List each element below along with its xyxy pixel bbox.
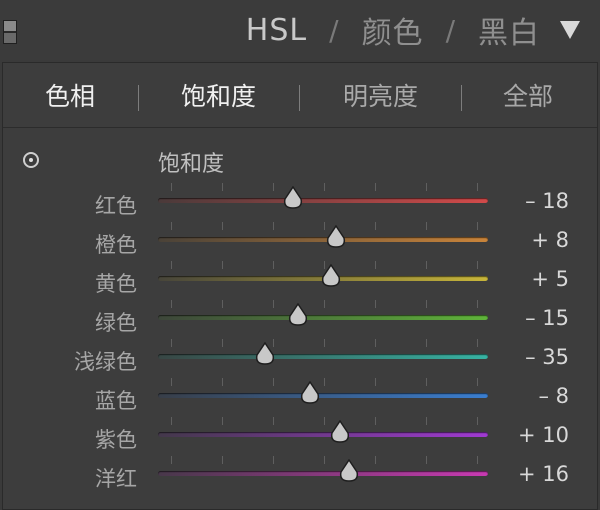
slider-row: 黄色 + 5 <box>3 261 597 303</box>
slider-thumb[interactable] <box>325 224 347 249</box>
slider-value[interactable]: – 18 <box>525 189 569 213</box>
tab-divider <box>299 85 300 111</box>
slider-ticks <box>171 417 478 427</box>
slider-track[interactable] <box>158 341 488 365</box>
slider-track[interactable] <box>158 419 488 443</box>
slider-ticks <box>171 378 478 388</box>
slider-row: 绿色 – 15 <box>3 300 597 342</box>
slider-track[interactable] <box>158 224 488 248</box>
slider-label: 黄色 <box>95 272 137 296</box>
slider-thumb[interactable] <box>320 263 342 288</box>
slider-ticks <box>171 183 478 193</box>
tab-divider <box>461 85 462 111</box>
slider-track[interactable] <box>158 263 488 287</box>
mode-separator: / <box>329 13 340 47</box>
mode-bar: HSL / 颜色 / 黑白 <box>246 8 580 52</box>
hsl-panel: 色相 饱和度 明亮度 全部 饱和度 红色 – 18 橙色 + 8 黄色 + 5 绿色 – 15… <box>2 62 598 510</box>
tab-saturation[interactable]: 饱和度 <box>181 77 256 113</box>
slider-thumb[interactable] <box>254 341 276 366</box>
slider-label: 浅绿色 <box>74 350 137 374</box>
slider-row: 紫色 + 10 <box>3 417 597 459</box>
slider-row: 浅绿色 – 35 <box>3 339 597 381</box>
slider-row: 洋红 + 16 <box>3 456 597 498</box>
mode-color[interactable]: 颜色 <box>362 8 424 52</box>
mode-bw[interactable]: 黑白 <box>478 8 540 52</box>
section-title: 饱和度 <box>158 152 225 177</box>
tab-bar: 色相 饱和度 明亮度 全部 <box>3 63 597 128</box>
mode-separator: / <box>445 13 456 47</box>
slider-thumb[interactable] <box>287 302 309 327</box>
slider-value[interactable]: – 15 <box>525 306 569 330</box>
slider-ticks <box>171 300 478 310</box>
slider-label: 绿色 <box>95 311 137 335</box>
slider-ticks <box>171 222 478 232</box>
slider-value[interactable]: + 16 <box>518 462 569 486</box>
triangle-down-icon[interactable] <box>560 21 580 39</box>
slider-label: 紫色 <box>95 428 137 452</box>
slider-thumb[interactable] <box>282 185 304 210</box>
panel-toggle-icon[interactable] <box>3 20 17 44</box>
slider-value[interactable]: + 10 <box>518 423 569 447</box>
slider-track[interactable] <box>158 458 488 482</box>
slider-label: 橙色 <box>95 233 137 257</box>
slider-track[interactable] <box>158 380 488 404</box>
slider-value[interactable]: – 8 <box>538 384 569 408</box>
slider-thumb[interactable] <box>299 380 321 405</box>
slider-label: 蓝色 <box>95 389 137 413</box>
tab-divider <box>138 85 139 111</box>
slider-track[interactable] <box>158 302 488 326</box>
slider-label: 洋红 <box>95 467 137 491</box>
tab-hue[interactable]: 色相 <box>45 77 95 113</box>
slider-value[interactable]: + 8 <box>531 228 569 252</box>
panel-header: HSL / 颜色 / 黑白 <box>0 0 600 60</box>
mode-hsl[interactable]: HSL <box>246 13 307 48</box>
slider-label: 红色 <box>95 194 137 218</box>
slider-row: 橙色 + 8 <box>3 222 597 264</box>
slider-row: 红色 – 18 <box>3 183 597 225</box>
slider-ticks <box>171 339 478 349</box>
tab-luminance[interactable]: 明亮度 <box>343 77 418 113</box>
slider-thumb[interactable] <box>338 458 360 483</box>
tab-all[interactable]: 全部 <box>503 77 553 113</box>
slider-value[interactable]: – 35 <box>525 345 569 369</box>
slider-track[interactable] <box>158 185 488 209</box>
slider-thumb[interactable] <box>329 419 351 444</box>
slider-ticks <box>171 456 478 466</box>
slider-value[interactable]: + 5 <box>531 267 569 291</box>
target-adjustment-icon[interactable] <box>23 152 39 168</box>
slider-row: 蓝色 – 8 <box>3 378 597 420</box>
